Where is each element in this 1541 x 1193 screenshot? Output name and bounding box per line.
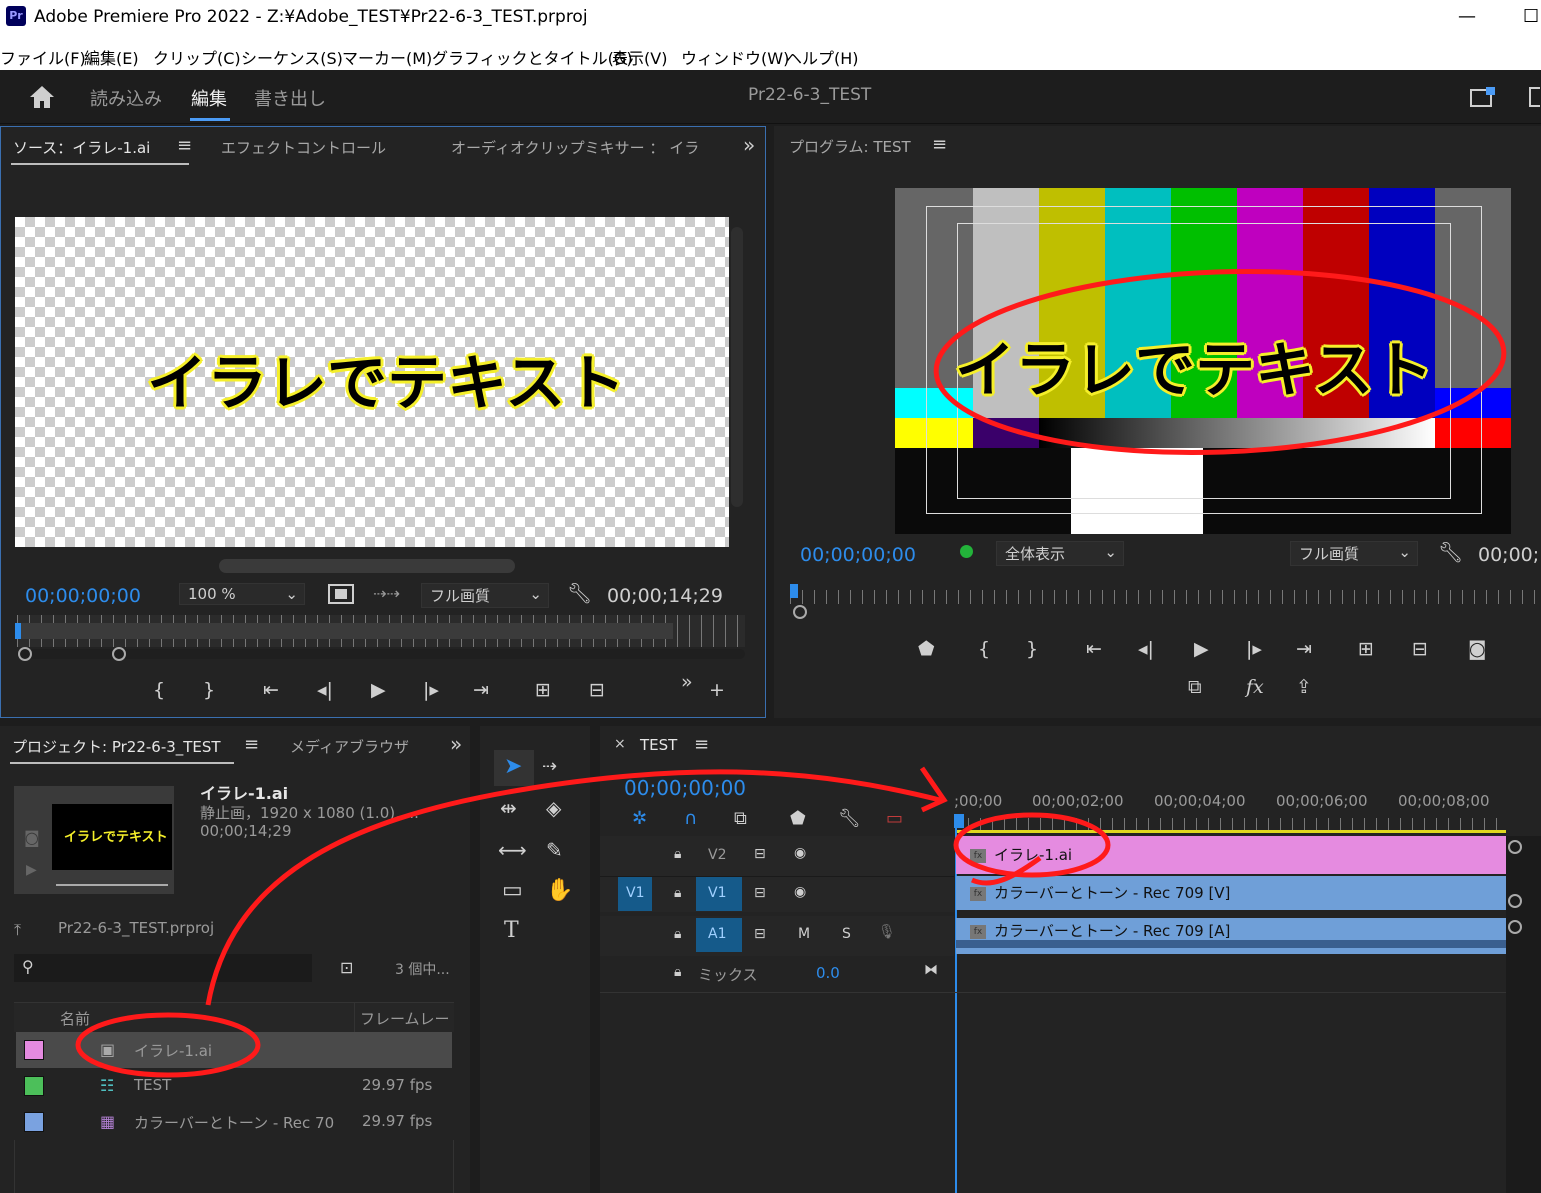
red-annotation-overlay bbox=[75, 269, 1507, 1078]
annotation-circle-program bbox=[933, 269, 1507, 455]
annotation-arrow-curve bbox=[205, 769, 941, 1006]
annotation-arrow-head bbox=[919, 766, 948, 813]
annotation-circle-project-item bbox=[75, 1012, 261, 1078]
annotation-hook bbox=[970, 855, 1042, 886]
